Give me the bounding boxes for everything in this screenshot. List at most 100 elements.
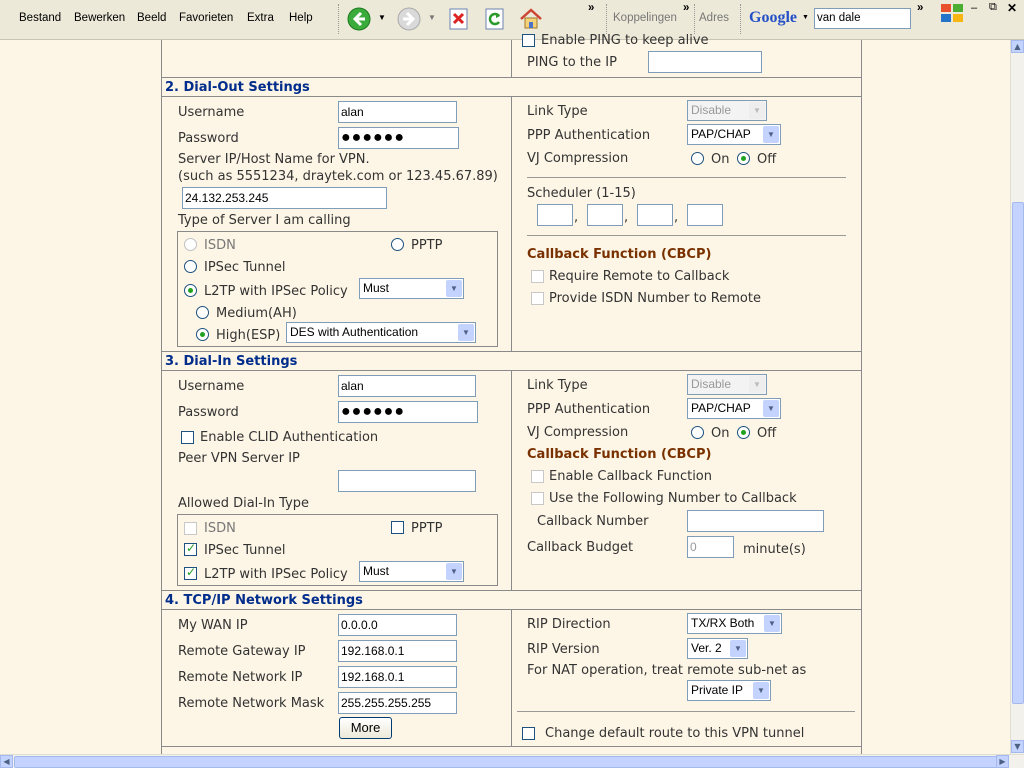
remote-gateway-label: Remote Gateway IP	[178, 644, 306, 659]
nat-label: For NAT operation, treat remote sub-net …	[527, 663, 807, 678]
dialout-provide-isdn-checkbox[interactable]	[531, 292, 544, 305]
dialin-password-input[interactable]: ●●●●●●	[338, 401, 478, 423]
more-button[interactable]: More	[339, 717, 392, 739]
dialin-enable-callback-checkbox[interactable]	[531, 470, 544, 483]
ping-keep-alive-label: Enable PING to keep alive	[541, 33, 709, 48]
dialout-link-type-select[interactable]: Disable	[687, 100, 767, 121]
dialin-vj-off-radio[interactable]	[737, 426, 750, 439]
home-icon[interactable]	[519, 7, 543, 31]
address-label[interactable]: Adres	[699, 12, 729, 24]
refresh-icon[interactable]	[483, 7, 507, 31]
dialout-scheduler-1-input[interactable]	[537, 204, 573, 226]
dialin-cbcp-title: Callback Function (CBCP)	[527, 447, 712, 462]
dialout-vj-off-radio[interactable]	[737, 152, 750, 165]
dialin-ppp-auth-select[interactable]: PAP/CHAP	[687, 398, 781, 419]
menu-extra[interactable]: Extra	[247, 12, 274, 24]
dialout-high-select[interactable]: DES with Authentication	[286, 322, 476, 343]
dialout-password-input[interactable]: ●●●●●●	[338, 127, 459, 149]
dialout-high-label: High(ESP)	[216, 328, 281, 343]
back-dropdown-icon[interactable]: ▼	[378, 13, 386, 22]
close-icon[interactable]: ✕	[1007, 1, 1017, 15]
dialin-clid-label: Enable CLID Authentication	[200, 430, 379, 445]
dialout-pptp-radio[interactable]	[391, 238, 404, 251]
dialin-vj-on-radio[interactable]	[691, 426, 704, 439]
dialin-section-title: 3. Dial-In Settings	[165, 354, 298, 369]
nat-select[interactable]: Private IP	[687, 680, 771, 701]
forward-icon[interactable]	[397, 7, 421, 31]
dialout-username-input[interactable]: alan	[338, 101, 457, 123]
dialout-scheduler-3-input[interactable]	[637, 204, 673, 226]
dialout-l2tp-policy-select[interactable]: Must	[359, 278, 464, 299]
dialout-high-radio[interactable]	[196, 328, 209, 341]
dialout-section-title: 2. Dial-Out Settings	[165, 80, 310, 95]
dialout-scheduler-4-input[interactable]	[687, 204, 723, 226]
remote-network-input[interactable]: 192.168.0.1	[338, 666, 457, 688]
dialin-l2tp-policy-select[interactable]: Must	[359, 561, 464, 582]
ping-ip-input[interactable]	[648, 51, 762, 73]
dialin-pptp-checkbox[interactable]	[391, 521, 404, 534]
dialin-callback-budget-input[interactable]: 0	[687, 536, 734, 558]
vertical-scroll-thumb[interactable]	[1012, 202, 1024, 704]
menu-favorieten[interactable]: Favorieten	[179, 12, 233, 24]
restore-icon[interactable]: ⧉	[989, 1, 997, 14]
remote-mask-input[interactable]: 255.255.255.255	[338, 692, 457, 714]
toolbar-chevron[interactable]: »	[588, 2, 594, 14]
default-route-checkbox[interactable]	[522, 727, 535, 740]
menu-bestand[interactable]: Bestand	[19, 12, 61, 24]
dialin-ipsec-checkbox[interactable]	[184, 541, 197, 556]
google-dropdown-icon[interactable]: ▼	[802, 14, 809, 21]
dialout-link-type-label: Link Type	[527, 104, 588, 119]
dialout-isdn-radio[interactable]	[184, 238, 197, 251]
dialin-peer-label: Peer VPN Server IP	[178, 451, 300, 466]
dialin-l2tp-checkbox[interactable]	[184, 565, 197, 580]
horizontal-scroll-thumb[interactable]	[14, 756, 1004, 768]
forward-dropdown-icon[interactable]: ▼	[428, 13, 436, 22]
vertical-scrollbar[interactable]: ▲ ▼	[1010, 40, 1024, 754]
dialin-clid-checkbox[interactable]	[181, 431, 194, 444]
dialout-scheduler-label: Scheduler (1-15)	[527, 186, 636, 201]
scroll-up-icon[interactable]: ▲	[1011, 40, 1024, 53]
horizontal-scrollbar[interactable]: ◀ ▶	[0, 754, 1024, 768]
google-chevron[interactable]: »	[917, 2, 923, 14]
ping-ip-label: PING to the IP	[527, 55, 617, 70]
dialout-server-input[interactable]: 24.132.253.245	[182, 187, 387, 209]
dialout-ipsec-label: IPSec Tunnel	[204, 260, 286, 275]
ping-keep-alive-checkbox[interactable]	[522, 34, 535, 47]
dialin-vj-label: VJ Compression	[527, 425, 629, 440]
dialin-allowed-label: Allowed Dial-In Type	[178, 496, 310, 511]
minimize-icon[interactable]: –	[971, 2, 977, 14]
dialout-scheduler-2-input[interactable]	[587, 204, 623, 226]
menu-bewerken[interactable]: Bewerken	[74, 12, 125, 24]
menu-help[interactable]: Help	[289, 12, 313, 24]
menu-beeld[interactable]: Beeld	[137, 12, 166, 24]
dialin-use-following-checkbox[interactable]	[531, 492, 544, 505]
dialout-medium-radio[interactable]	[196, 306, 209, 319]
scheduler-separator: ,	[574, 210, 579, 225]
stop-icon[interactable]	[447, 7, 471, 31]
dialout-ppp-auth-select[interactable]: PAP/CHAP	[687, 124, 781, 145]
dialout-require-remote-checkbox[interactable]	[531, 270, 544, 283]
address-grip	[694, 4, 697, 34]
dialin-link-type-select[interactable]: Disable	[687, 374, 767, 395]
rip-version-select[interactable]: Ver. 2	[687, 638, 748, 659]
google-search-input[interactable]: van dale	[814, 8, 911, 29]
dialout-l2tp-label: L2TP with IPSec Policy	[204, 284, 348, 299]
scroll-right-icon[interactable]: ▶	[996, 755, 1009, 768]
dialin-callback-number-input[interactable]	[687, 510, 824, 532]
dialout-ipsec-radio[interactable]	[184, 260, 197, 273]
scroll-left-icon[interactable]: ◀	[0, 755, 13, 768]
dialin-peer-input[interactable]	[338, 470, 476, 492]
dialin-username-input[interactable]: alan	[338, 375, 476, 397]
dialout-cbcp-title: Callback Function (CBCP)	[527, 247, 712, 262]
scroll-down-icon[interactable]: ▼	[1011, 740, 1024, 753]
wan-ip-input[interactable]: 0.0.0.0	[338, 614, 457, 636]
dialout-vj-on-radio[interactable]	[691, 152, 704, 165]
dialin-isdn-checkbox[interactable]	[184, 522, 197, 535]
rip-direction-select[interactable]: TX/RX Both	[687, 613, 782, 634]
back-icon[interactable]	[347, 7, 371, 31]
dialout-l2tp-radio[interactable]	[184, 284, 197, 297]
remote-gateway-input[interactable]: 192.168.0.1	[338, 640, 457, 662]
links-label[interactable]: Koppelingen	[613, 12, 677, 24]
links-chevron[interactable]: »	[683, 2, 689, 14]
google-logo[interactable]: Google	[749, 9, 797, 27]
